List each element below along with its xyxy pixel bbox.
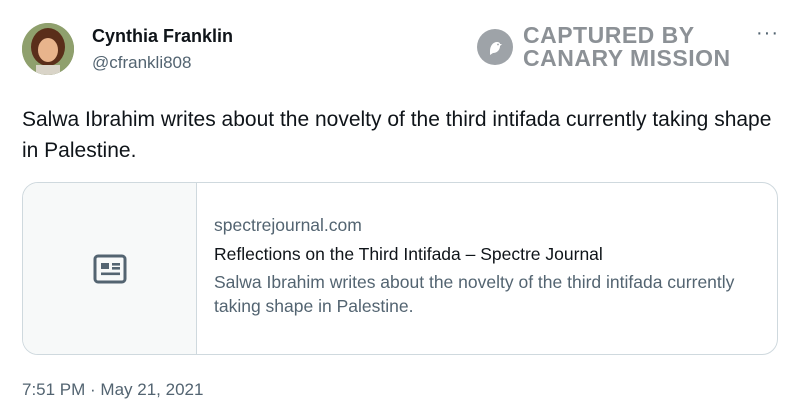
link-card-description: Salwa Ibrahim writes about the novelty o… <box>214 272 735 316</box>
tweet-text: Salwa Ibrahim writes about the novelty o… <box>22 108 772 162</box>
more-options-button[interactable]: ··· <box>756 23 779 43</box>
link-card-domain: spectrejournal.com <box>214 215 362 235</box>
link-card-media <box>23 183 197 354</box>
tweet-timestamp[interactable]: 7:51 PM · May 21, 2021 <box>22 380 203 400</box>
link-card-title: Reflections on the Third Intifada – Spec… <box>214 244 603 264</box>
captured-by-watermark: CAPTURED BY CANARY MISSION <box>477 24 731 70</box>
article-icon <box>93 254 126 283</box>
watermark-line2: CANARY MISSION <box>523 45 731 71</box>
canary-logo-icon <box>477 29 513 65</box>
author-name[interactable]: Cynthia Franklin <box>92 26 233 47</box>
watermark-line1: CAPTURED BY <box>523 22 695 48</box>
avatar[interactable] <box>22 23 74 75</box>
author-handle[interactable]: @cfrankli808 <box>92 53 191 73</box>
link-card-body: spectrejournal.com Reflections on the Th… <box>197 183 759 354</box>
link-card[interactable]: spectrejournal.com Reflections on the Th… <box>22 182 778 355</box>
